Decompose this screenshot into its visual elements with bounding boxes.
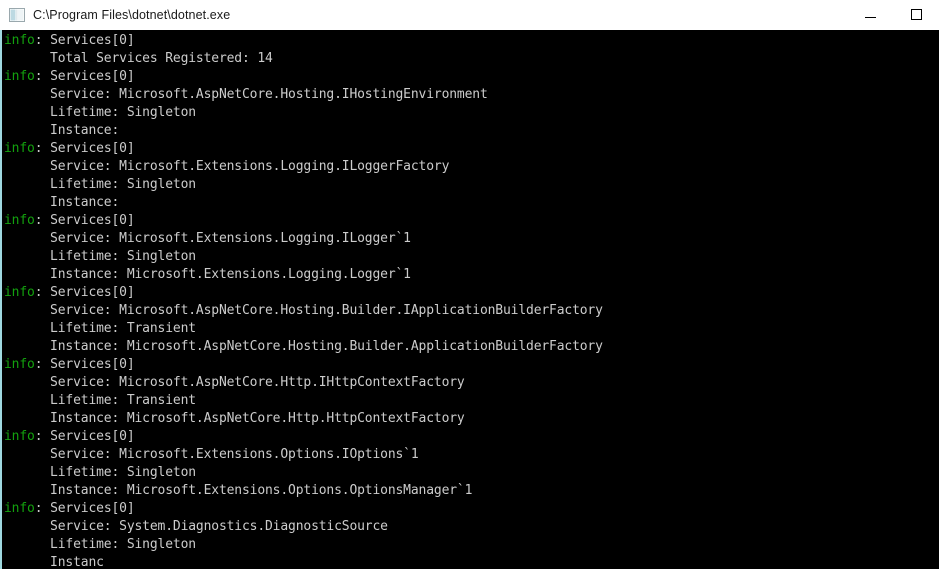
console-line: info: Services[0]	[4, 32, 939, 50]
console-line-text: Services[0]	[50, 429, 135, 444]
console-line-text: Lifetime: Singleton	[4, 105, 196, 120]
console-line: Instance: Microsoft.Extensions.Logging.L…	[4, 266, 939, 284]
maximize-icon	[910, 9, 922, 20]
console-line-text: Services[0]	[50, 213, 135, 228]
console-line: Service: Microsoft.Extensions.Options.IO…	[4, 446, 939, 464]
console-line: Lifetime: Singleton	[4, 248, 939, 266]
console-line: info: Services[0]	[4, 140, 939, 158]
maximize-button[interactable]	[893, 0, 939, 30]
console-line: Service: Microsoft.Extensions.Logging.IL…	[4, 230, 939, 248]
log-severity-separator: :	[34, 285, 51, 300]
console-line-text: Service: System.Diagnostics.DiagnosticSo…	[4, 519, 388, 534]
console-line-text: Lifetime: Singleton	[4, 465, 196, 480]
console-line: Instance: Microsoft.Extensions.Options.O…	[4, 482, 939, 500]
console-line-text: Lifetime: Singleton	[4, 537, 196, 552]
minimize-icon	[864, 17, 876, 18]
log-severity-separator: :	[34, 501, 51, 516]
console-line-text: Service: Microsoft.Extensions.Logging.IL…	[4, 231, 411, 246]
console-line-text: Lifetime: Transient	[4, 393, 196, 408]
console-line: info: Services[0]	[4, 428, 939, 446]
console-line-text: Instance:	[4, 195, 120, 210]
console-line: Instance: Microsoft.AspNetCore.Http.Http…	[4, 410, 939, 428]
log-severity-label: info	[4, 213, 35, 228]
console-line-text: Services[0]	[50, 33, 135, 48]
window-title: C:\Program Files\dotnet\dotnet.exe	[33, 7, 231, 22]
console-line: Lifetime: Transient	[4, 392, 939, 410]
window-controls	[847, 0, 939, 30]
console-line-text: Lifetime: Transient	[4, 321, 196, 336]
log-severity-separator: :	[34, 429, 51, 444]
console-line-text: Instance: Microsoft.Extensions.Logging.L…	[4, 267, 411, 282]
log-severity-separator: :	[34, 213, 51, 228]
console-line-text: Services[0]	[50, 285, 135, 300]
console-line-text: Services[0]	[50, 501, 135, 516]
console-window: C:\Program Files\dotnet\dotnet.exe info:…	[0, 0, 939, 569]
console-line-text: Service: Microsoft.Extensions.Logging.IL…	[4, 159, 450, 174]
console-window-icon	[9, 7, 25, 22]
console-line: Service: Microsoft.Extensions.Logging.IL…	[4, 158, 939, 176]
console-line-text: Instance: Microsoft.AspNetCore.Hosting.B…	[4, 339, 603, 354]
log-severity-separator: :	[34, 69, 51, 84]
console-line: Lifetime: Singleton	[4, 464, 939, 482]
console-line-text: Lifetime: Singleton	[4, 177, 196, 192]
console-line: Instanc	[4, 554, 939, 569]
console-line: Service: System.Diagnostics.DiagnosticSo…	[4, 518, 939, 536]
console-line-text: Instance: Microsoft.Extensions.Options.O…	[4, 483, 473, 498]
log-severity-separator: :	[34, 141, 51, 156]
log-severity-label: info	[4, 69, 35, 84]
console-output-area[interactable]: info: Services[0] Total Services Registe…	[0, 30, 939, 569]
console-line: Service: Microsoft.AspNetCore.Hosting.IH…	[4, 86, 939, 104]
console-line: Lifetime: Transient	[4, 320, 939, 338]
log-severity-label: info	[4, 141, 35, 156]
console-line: Instance: Microsoft.AspNetCore.Hosting.B…	[4, 338, 939, 356]
console-line-text: Total Services Registered: 14	[4, 51, 273, 66]
console-line-text: Services[0]	[50, 69, 135, 84]
console-line: info: Services[0]	[4, 212, 939, 230]
log-severity-separator: :	[34, 33, 51, 48]
console-line-text: Lifetime: Singleton	[4, 249, 196, 264]
console-text-buffer: info: Services[0] Total Services Registe…	[2, 30, 939, 569]
console-line: Instance:	[4, 122, 939, 140]
console-line-text: Instance: Microsoft.AspNetCore.Http.Http…	[4, 411, 465, 426]
log-severity-label: info	[4, 429, 35, 444]
console-line: Instance:	[4, 194, 939, 212]
log-severity-label: info	[4, 357, 35, 372]
console-line-text: Service: Microsoft.Extensions.Options.IO…	[4, 447, 419, 462]
console-line: info: Services[0]	[4, 500, 939, 518]
log-severity-label: info	[4, 285, 35, 300]
minimize-button[interactable]	[847, 0, 893, 30]
title-bar[interactable]: C:\Program Files\dotnet\dotnet.exe	[0, 0, 939, 30]
console-line: Lifetime: Singleton	[4, 536, 939, 554]
console-line-text: Instance:	[4, 123, 120, 138]
console-line: Lifetime: Singleton	[4, 104, 939, 122]
console-line: info: Services[0]	[4, 356, 939, 374]
console-line: Lifetime: Singleton	[4, 176, 939, 194]
console-line-text: Instanc	[4, 555, 104, 569]
console-line-text: Services[0]	[50, 141, 135, 156]
console-line-text: Service: Microsoft.AspNetCore.Http.IHttp…	[4, 375, 465, 390]
log-severity-label: info	[4, 501, 35, 516]
console-line-text: Service: Microsoft.AspNetCore.Hosting.IH…	[4, 87, 488, 102]
log-severity-separator: :	[34, 357, 51, 372]
console-line: Service: Microsoft.AspNetCore.Http.IHttp…	[4, 374, 939, 392]
console-line: Total Services Registered: 14	[4, 50, 939, 68]
console-line-text: Service: Microsoft.AspNetCore.Hosting.Bu…	[4, 303, 603, 318]
log-severity-label: info	[4, 33, 35, 48]
console-line: info: Services[0]	[4, 284, 939, 302]
console-line: Service: Microsoft.AspNetCore.Hosting.Bu…	[4, 302, 939, 320]
console-line-text: Services[0]	[50, 357, 135, 372]
console-line: info: Services[0]	[4, 68, 939, 86]
